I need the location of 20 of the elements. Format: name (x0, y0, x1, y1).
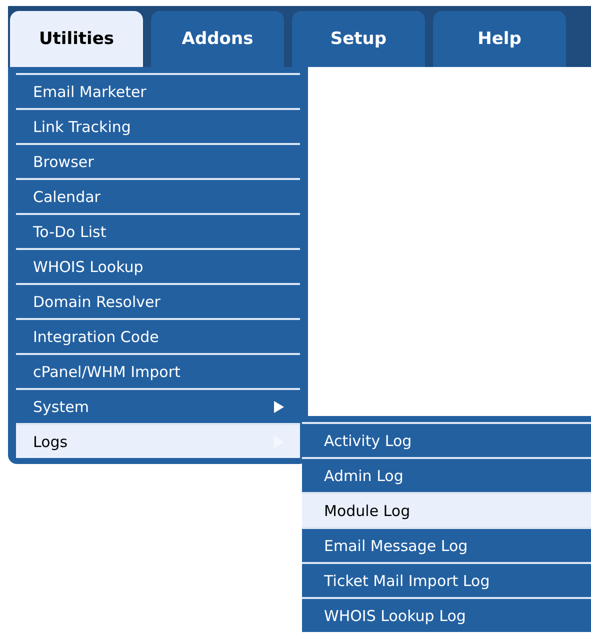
menu-item[interactable]: cPanel/WHM Import (16, 353, 300, 388)
triangle-icon (274, 400, 284, 412)
menu-item[interactable]: Domain Resolver (16, 283, 300, 318)
menu-item[interactable]: Logs (16, 423, 300, 458)
menu-tab[interactable]: Help (433, 11, 566, 67)
menu-item[interactable]: Email Marketer (16, 73, 300, 108)
menu-tab[interactable]: Addons (151, 11, 284, 67)
menu-item[interactable]: WHOIS Lookup (16, 248, 300, 283)
submenu-item[interactable]: WHOIS Lookup Log (302, 597, 591, 632)
menu-item[interactable]: Browser (16, 143, 300, 178)
menu-item[interactable]: Calendar (16, 178, 300, 213)
submenu-item[interactable]: Activity Log (302, 422, 591, 457)
submenu-item[interactable]: Module Log (302, 492, 591, 527)
submenu-item[interactable]: Ticket Mail Import Log (302, 562, 591, 597)
menu-tab[interactable]: Utilities (10, 11, 143, 67)
menu-tab[interactable]: Setup (292, 11, 425, 67)
menu-item[interactable]: Link Tracking (16, 108, 300, 143)
menu-item[interactable]: Integration Code (16, 318, 300, 353)
menu-item[interactable]: To-Do List (16, 213, 300, 248)
submenu-item[interactable]: Email Message Log (302, 527, 591, 562)
